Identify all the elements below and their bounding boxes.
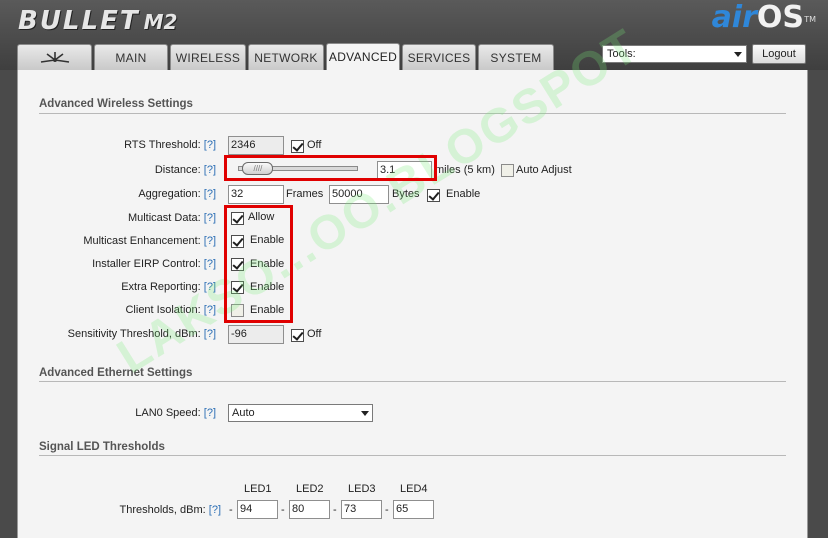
distance-unit: miles (5 km)	[435, 164, 495, 176]
led-separator: -	[229, 504, 233, 516]
lan0-speed-help-link[interactable]: [?]	[204, 407, 216, 419]
lan0-speed-select[interactable]: Auto	[228, 404, 373, 422]
tab-system[interactable]: SYSTEM	[478, 44, 554, 70]
tab-advanced[interactable]: ADVANCED	[326, 43, 400, 70]
aggregation-enable-checkbox[interactable]	[427, 189, 440, 202]
logout-button[interactable]: Logout	[752, 44, 806, 64]
rts-threshold-label: RTS Threshold: [?]	[124, 139, 216, 151]
auto-adjust-checkbox[interactable]	[501, 164, 514, 177]
aggregation-label: Aggregation: [?]	[138, 188, 216, 200]
extra-reporting-help-link[interactable]: [?]	[204, 281, 216, 293]
sensitivity-threshold-label: Sensitivity Threshold, dBm: [?]	[67, 328, 216, 340]
aggregation-frames-input[interactable]: 32	[228, 185, 284, 204]
rts-help-link[interactable]: [?]	[204, 139, 216, 151]
installer-eirp-label: Installer EIRP Control: [?]	[92, 258, 216, 270]
aggregation-bytes-input[interactable]: 50000	[329, 185, 389, 204]
product-brand: BULLET M2	[18, 6, 177, 36]
tab-services[interactable]: SERVICES	[402, 44, 476, 70]
led-thresholds-label: Thresholds, dBm: [?]	[119, 504, 222, 516]
wireless-section-title: Advanced Wireless Settings	[39, 98, 193, 110]
frames-label: Frames	[286, 188, 324, 200]
rts-off-label: Off	[307, 139, 322, 151]
tools-label: Tools:	[607, 48, 636, 60]
aggregation-enable-label: Enable	[446, 188, 481, 200]
led1-threshold-input[interactable]: 94	[237, 500, 278, 519]
brand-model: M2	[143, 10, 178, 34]
distance-help-link[interactable]: [?]	[204, 164, 216, 176]
led-section-title: Signal LED Thresholds	[39, 441, 165, 453]
sensitivity-help-link[interactable]: [?]	[204, 328, 216, 340]
section-divider	[39, 381, 786, 382]
rts-threshold-input[interactable]: 2346	[228, 136, 284, 155]
aggregation-help-link[interactable]: [?]	[204, 188, 216, 200]
multicast-enhancement-label: Multicast Enhancement: [?]	[83, 235, 216, 247]
brand-name: BULLET	[18, 6, 140, 36]
chevron-down-icon	[734, 51, 742, 57]
tab-home[interactable]	[17, 44, 92, 70]
led4-header: LED4	[400, 483, 428, 495]
airos-logo: airOS TM	[711, 0, 816, 36]
distance-label: Distance: [?]	[154, 164, 216, 176]
header-bar: BULLET M2 airOS TM MAIN WIRELESS NETWORK A…	[0, 0, 828, 70]
options-highlight-box	[224, 205, 293, 323]
led3-threshold-input[interactable]: 73	[341, 500, 382, 519]
client-isolation-help-link[interactable]: [?]	[204, 304, 216, 316]
tools-dropdown[interactable]: Tools:	[602, 45, 747, 63]
led4-threshold-input[interactable]: 65	[393, 500, 434, 519]
sensitivity-off-checkbox[interactable]	[291, 329, 304, 342]
led-help-link[interactable]: [?]	[209, 504, 221, 516]
sensitivity-off-label: Off	[307, 328, 322, 340]
led2-threshold-input[interactable]: 80	[289, 500, 330, 519]
section-divider	[39, 113, 786, 114]
auto-adjust-label: Auto Adjust	[516, 164, 572, 176]
section-divider	[39, 455, 786, 456]
extra-reporting-label: Extra Reporting: [?]	[121, 281, 216, 293]
tab-main[interactable]: MAIN	[94, 44, 168, 70]
bytes-label: Bytes	[392, 188, 420, 200]
rts-off-checkbox[interactable]	[291, 140, 304, 153]
airos-suffix: OS	[756, 0, 804, 35]
led-separator: -	[281, 504, 285, 516]
led-separator: -	[333, 504, 337, 516]
multicast-enhancement-help-link[interactable]: [?]	[204, 235, 216, 247]
tab-wireless[interactable]: WIRELESS	[170, 44, 246, 70]
chevron-down-icon	[361, 410, 369, 416]
airos-prefix: air	[711, 0, 757, 35]
settings-panel: Advanced Wireless Settings RTS Threshold…	[17, 19, 808, 538]
lan0-speed-label: LAN0 Speed: [?]	[135, 407, 216, 419]
multicast-data-label: Multicast Data: [?]	[127, 212, 216, 224]
tab-network[interactable]: NETWORK	[248, 44, 324, 70]
client-isolation-label: Client Isolation: [?]	[125, 304, 216, 316]
led1-header: LED1	[244, 483, 272, 495]
led-separator: -	[385, 504, 389, 516]
main-tabs: MAIN WIRELESS NETWORK ADVANCED SERVICES …	[17, 43, 556, 70]
trademark: TM	[804, 15, 816, 24]
ethernet-section-title: Advanced Ethernet Settings	[39, 367, 193, 379]
led2-header: LED2	[296, 483, 324, 495]
lan0-speed-value: Auto	[232, 407, 255, 419]
ubiquiti-logo-icon	[40, 51, 69, 63]
led3-header: LED3	[348, 483, 376, 495]
installer-eirp-help-link[interactable]: [?]	[204, 258, 216, 270]
multicast-data-help-link[interactable]: [?]	[204, 212, 216, 224]
sensitivity-threshold-input[interactable]: -96	[228, 325, 284, 344]
distance-highlight-box	[224, 155, 437, 181]
